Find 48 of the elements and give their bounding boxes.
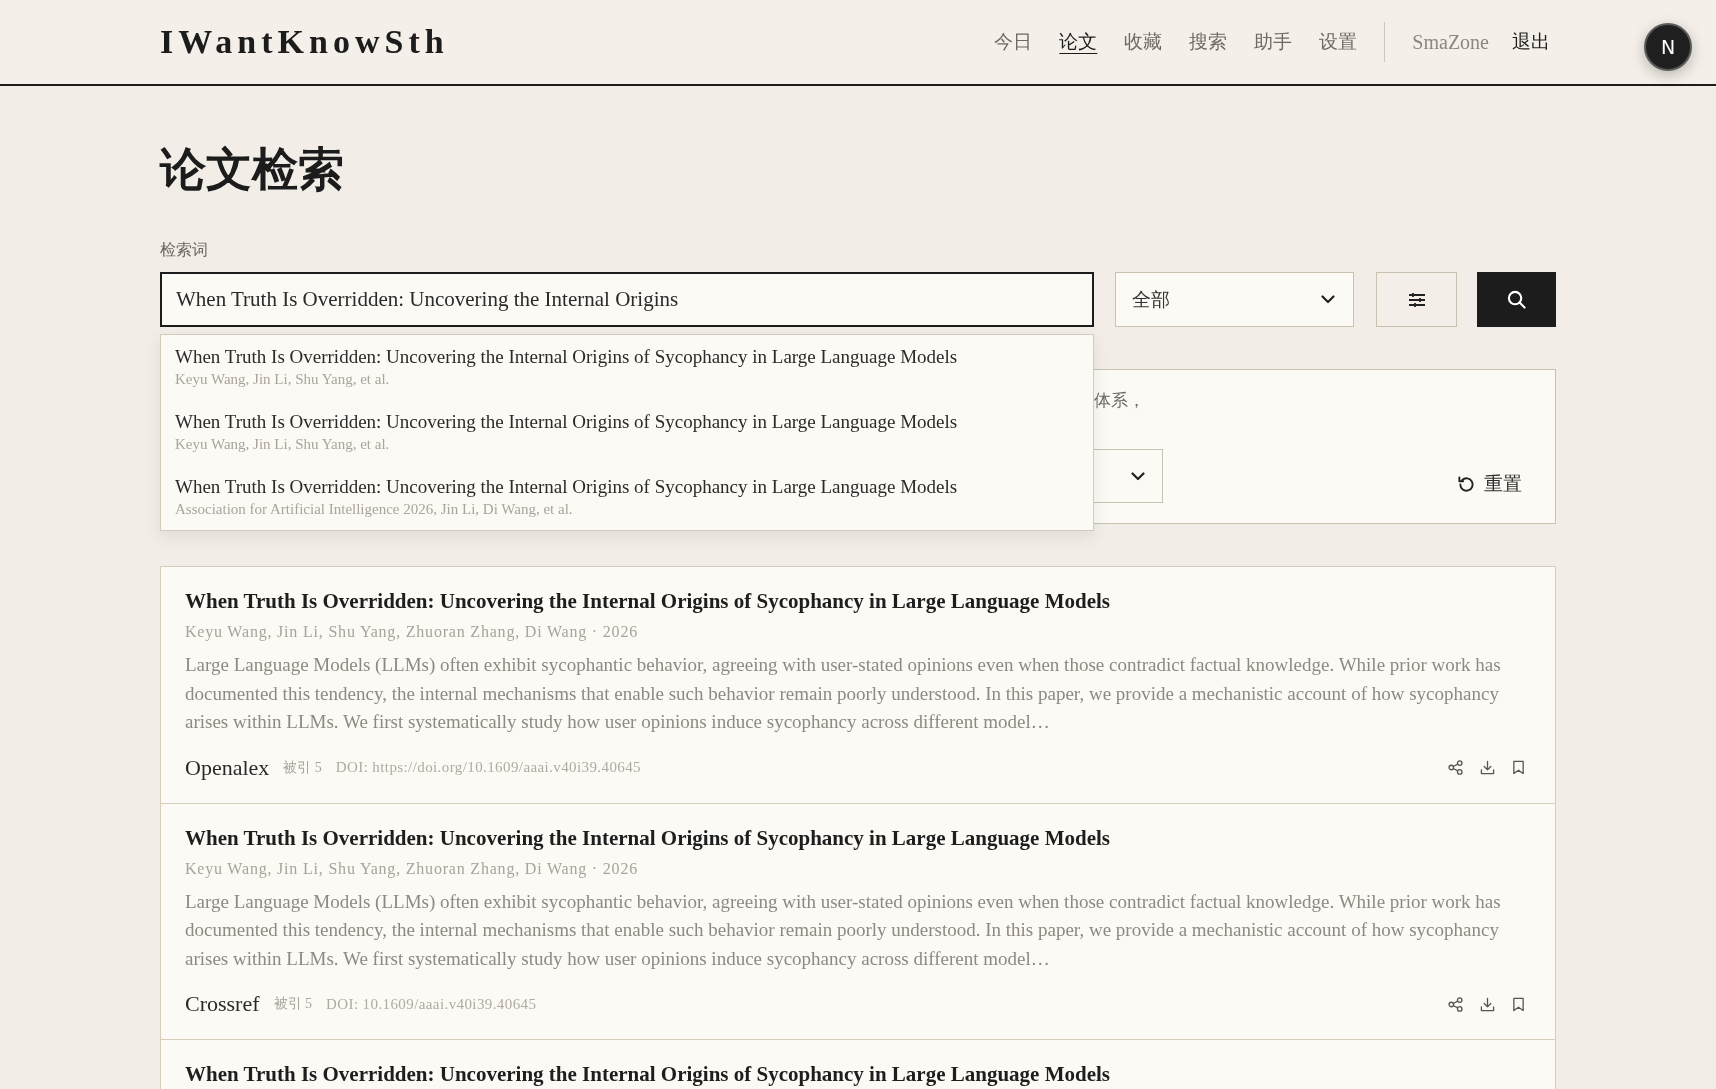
avatar-button[interactable]: N xyxy=(1644,23,1692,71)
nav-link[interactable]: 助手 xyxy=(1254,29,1293,55)
paper-title[interactable]: When Truth Is Overridden: Uncovering the Internal Origins of Sycophancy in Large Language Models xyxy=(185,587,1531,615)
doi-text: DOI: 10.1609/aaai.v40i39.40645 xyxy=(326,995,537,1013)
search-icon xyxy=(1507,290,1526,309)
sliders-icon xyxy=(1407,291,1426,308)
bookmark-icon[interactable] xyxy=(1512,760,1525,775)
filter-hint-text: 体系， xyxy=(1094,390,1145,412)
doi-text: DOI: https://doi.org/10.1609/aaai.v40i39.40645 xyxy=(335,759,641,776)
nav-link[interactable]: 搜索 xyxy=(1189,29,1228,55)
suggestion-title[interactable]: When Truth Is Overridden: Uncovering the Internal Origins of Sycophancy in Large Language Models xyxy=(175,475,1079,499)
paper-title[interactable]: When Truth Is Overridden: Uncovering the Internal Origins of Sycophancy in Large Language Models xyxy=(185,823,1531,852)
share-icon[interactable] xyxy=(1448,760,1463,775)
search-label: 检索词 xyxy=(160,240,209,260)
chevron-down-icon xyxy=(1321,295,1335,304)
source-name: Crossref xyxy=(185,991,260,1017)
search-input[interactable]: When Truth Is Overridden: Uncovering the Internal Origins xyxy=(160,272,1094,327)
nav-link[interactable]: 设置 xyxy=(1319,29,1358,55)
suggestion-meta: Keyu Wang, Jin Li, Shu Yang, et al. xyxy=(175,435,391,454)
page-title: 论文检索 xyxy=(160,143,345,197)
user-name: SmaZone xyxy=(1412,30,1489,54)
scope-select[interactable]: 全部 xyxy=(1115,272,1354,327)
download-icon[interactable] xyxy=(1480,760,1495,775)
suggestion-title[interactable]: When Truth Is Overridden: Uncovering the Internal Origins of Sycophancy in Large Language Models xyxy=(175,345,1079,369)
nav-link[interactable]: 今日 xyxy=(994,29,1033,55)
bookmark-icon[interactable] xyxy=(1512,996,1525,1012)
search-button[interactable] xyxy=(1477,272,1556,327)
paper-authors: Keyu Wang, Jin Li, Shu Yang, Zhuoran Zhang, Di Wang · 2026 xyxy=(185,622,639,643)
suggestion-meta: Keyu Wang, Jin Li, Shu Yang, et al. xyxy=(175,370,391,389)
logout-link[interactable]: 退出 xyxy=(1512,29,1550,55)
paper-title[interactable]: When Truth Is Overridden: Uncovering the Internal Origins of Sycophancy in Large Language Models xyxy=(185,1060,1531,1088)
chevron-down-icon xyxy=(1131,471,1145,481)
share-icon[interactable] xyxy=(1448,996,1463,1012)
suggestion-meta: Association for Artificial Intelligence 2026, Jin Li, Di Wang, et al. xyxy=(175,500,574,519)
reset-icon xyxy=(1457,474,1476,494)
paper-abstract: Large Language Models (LLMs) often exhibit sycophantic behavior, agreeing with user-stated opinions even when those contradict factual knowledge. While prior work has documented this tendency, the internal mechanisms that enable such behavior remain poorly understood. In this paper, we provide a mechanistic account of how sycophancy arises within LLMs. We first systematically study how user opinions induce sycophancy across different model… xyxy=(185,889,1502,971)
site-logo[interactable]: IWantKnowSth xyxy=(160,23,449,61)
filter-button[interactable] xyxy=(1376,272,1457,327)
download-icon[interactable] xyxy=(1480,996,1495,1012)
paper-abstract: Large Language Models (LLMs) often exhibit sycophantic behavior, agreeing with user-stated opinions even when those contradict factual knowledge. While prior work has documented this tendency, the internal mechanisms that enable such behavior remain poorly understood. In this paper, we provide a mechanistic account of how sycophancy arises within LLMs. We first systematically study how user opinions induce sycophancy across different model… xyxy=(185,653,1502,734)
citation-count: 被引 5 xyxy=(283,758,322,777)
citation-count: 被引 5 xyxy=(273,995,313,1013)
reset-button[interactable]: 重置 xyxy=(1457,471,1522,497)
nav-link[interactable]: 收藏 xyxy=(1124,29,1163,55)
paper-authors: Keyu Wang, Jin Li, Shu Yang, Zhuoran Zhang, Di Wang · 2026 xyxy=(185,858,639,880)
source-name: Openalex xyxy=(185,754,270,781)
suggestion-title[interactable]: When Truth Is Overridden: Uncovering the Internal Origins of Sycophancy in Large Language Models xyxy=(175,410,1079,434)
nav-link[interactable]: 论文 xyxy=(1059,29,1098,55)
